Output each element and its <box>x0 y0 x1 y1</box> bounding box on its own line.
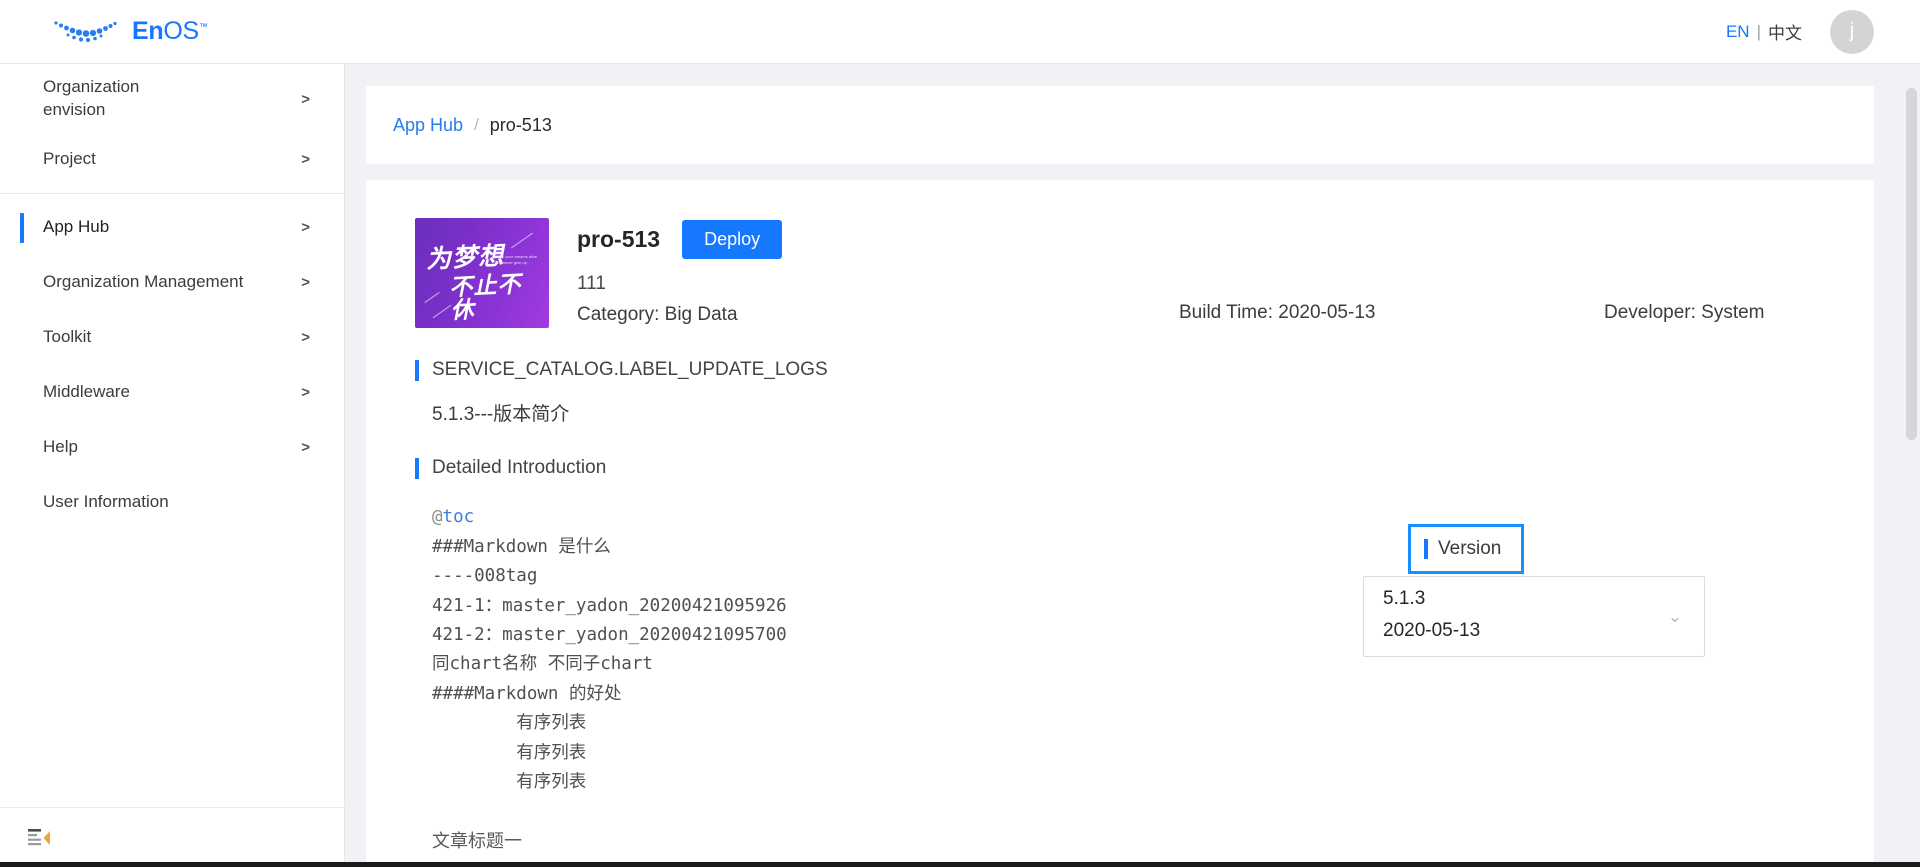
version-select[interactable]: 5.1.3 2020-05-13 ⌄ <box>1363 576 1705 657</box>
page-bottom-bar <box>0 862 1920 867</box>
sidebar-item-app-hub[interactable]: App Hub > <box>0 200 344 255</box>
brand-en: En <box>132 17 164 45</box>
markdown-line: 有序列表 <box>432 713 587 734</box>
chevron-right-icon: > <box>301 274 310 291</box>
sidebar-item-user-information[interactable]: User Information <box>0 475 344 530</box>
sidebar-item-toolkit[interactable]: Toolkit > <box>0 310 344 365</box>
markdown-at-symbol: @ <box>432 507 443 528</box>
brand-logo[interactable]: EnOS™ <box>52 17 208 46</box>
app-detail-card: 为梦想 不止不休 Keep your dreams alive and neve… <box>366 180 1874 867</box>
sidebar-footer <box>0 807 345 867</box>
sidebar-divider <box>0 193 344 194</box>
lang-en-option[interactable]: EN <box>1726 22 1750 42</box>
brand-name: EnOS™ <box>132 17 208 46</box>
sidebar-item-help[interactable]: Help > <box>0 420 344 475</box>
chevron-right-icon: > <box>301 384 310 401</box>
sidebar-item-middleware[interactable]: Middleware > <box>0 365 344 420</box>
language-switcher[interactable]: EN | 中文 <box>1726 19 1802 44</box>
sidebar-nav: Organization envision > Project > App Hu… <box>0 64 344 530</box>
version-label[interactable]: Version <box>1408 524 1524 574</box>
app-header: EnOS™ EN | 中文 j <box>0 0 1920 64</box>
version-label-text: Version <box>1438 538 1502 559</box>
sidebar-item-label: Project <box>43 149 96 169</box>
sidebar-item-label: Toolkit <box>43 327 92 347</box>
thumbnail-line-2: 不止不休 <box>448 271 523 325</box>
markdown-toc-link[interactable]: toc <box>443 507 475 527</box>
app-title-row: pro-513 Deploy <box>577 220 1874 259</box>
vertical-scrollbar[interactable] <box>1903 64 1920 867</box>
markdown-line: 同chart名称 不同子chart <box>432 654 653 675</box>
thumbnail-subtext: Keep your dreams alive and never give up <box>495 254 538 265</box>
breadcrumb: App Hub / pro-513 <box>366 86 1874 164</box>
update-logs-heading: SERVICE_CATALOG.LABEL_UPDATE_LOGS <box>415 358 1874 383</box>
sidebar-item-label: Organization Management <box>43 272 244 292</box>
chevron-down-icon[interactable]: ⌄ <box>1668 607 1682 627</box>
avatar[interactable]: j <box>1830 9 1874 54</box>
markdown-line: 421-2：master_yadon_20200421095700 <box>432 624 787 645</box>
app-description: 111 <box>577 273 606 294</box>
app-developer: Developer: System <box>1604 302 1765 323</box>
sidebar-item-organization-management[interactable]: Organization Management > <box>0 255 344 310</box>
detailed-introduction-heading: Detailed Introduction <box>415 456 1874 481</box>
menu-fold-icon[interactable] <box>28 828 50 847</box>
update-log-entry: 5.1.3---版本简介 <box>432 403 570 425</box>
sidebar-item-label: Middleware <box>43 382 130 402</box>
sidebar-item-label: Organization envision <box>43 77 140 119</box>
brand-tm: ™ <box>198 21 208 32</box>
breadcrumb-current: pro-513 <box>489 114 552 135</box>
app-build-time: Build Time: 2020-05-13 <box>1179 302 1376 323</box>
deploy-button[interactable]: Deploy <box>682 220 783 259</box>
scrollbar-thumb[interactable] <box>1906 88 1917 440</box>
chevron-right-icon: > <box>301 219 310 236</box>
sidebar-item-organization-envision[interactable]: Organization envision > <box>0 66 344 132</box>
sidebar-item-label: User Information <box>43 492 169 512</box>
chevron-right-icon: > <box>301 329 310 346</box>
header-right-group: EN | 中文 j <box>1726 9 1874 54</box>
lang-zh-option[interactable]: 中文 <box>1768 19 1802 44</box>
enos-dots-icon <box>54 20 117 42</box>
version-selected-date: 2020-05-13 <box>1383 620 1481 641</box>
page-title: pro-513 <box>577 226 661 252</box>
sidebar-item-label: Help <box>43 437 78 457</box>
markdown-line: 421-1：master_yadon_20200421095926 <box>432 595 787 616</box>
markdown-line: 有序列表 <box>432 771 587 792</box>
markdown-line: ####Markdown 的好处 <box>432 683 622 704</box>
content-area: App Hub / pro-513 为梦想 不止不休 Keep your dre… <box>345 64 1920 867</box>
app-header-block: 为梦想 不止不休 Keep your dreams alive and neve… <box>366 180 1874 328</box>
markdown-line: ###Markdown 是什么 <box>432 536 611 557</box>
markdown-footer-title: 文章标题一 <box>432 831 522 853</box>
app-thumbnail: 为梦想 不止不休 Keep your dreams alive and neve… <box>415 218 549 328</box>
chevron-right-icon: > <box>301 439 310 456</box>
markdown-line: 有序列表 <box>432 742 587 763</box>
markdown-line: ----008tag <box>432 566 538 587</box>
app-meta: pro-513 Deploy 111 Category: Big Data Bu… <box>577 218 1874 328</box>
version-selected-number: 5.1.3 <box>1383 588 1426 609</box>
sidebar-item-label: App Hub <box>43 217 110 237</box>
breadcrumb-parent-link[interactable]: App Hub <box>393 115 463 136</box>
breadcrumb-separator: / <box>474 115 479 134</box>
sidebar-item-project[interactable]: Project > <box>0 132 344 187</box>
chevron-right-icon: > <box>301 90 310 108</box>
sidebar: Organization envision > Project > App Hu… <box>0 64 345 867</box>
lang-separator: | <box>1756 21 1761 41</box>
chevron-right-icon: > <box>301 151 310 168</box>
brand-os: OS <box>163 17 199 45</box>
